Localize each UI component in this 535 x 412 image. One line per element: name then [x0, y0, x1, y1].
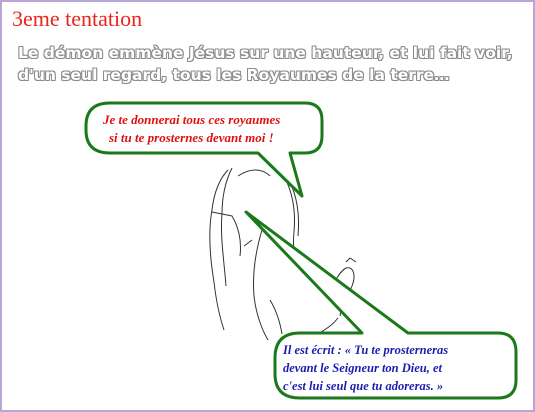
figure-sketch	[209, 167, 357, 341]
jesus-speech-line: Il est écrit : « Tu te prosterneras	[283, 343, 449, 357]
devil-speech-text: Je te donnerai tous ces royaumes si tu t…	[103, 111, 280, 147]
jesus-speech-text: Il est écrit : « Tu te prosterneras deva…	[283, 341, 448, 395]
jesus-speech-line: c'est lui seul que tu adoreras. »	[283, 379, 444, 393]
devil-speech-line: si tu te prosternes devant moi !	[109, 130, 274, 145]
illustration-sketch	[84, 101, 518, 400]
devil-speech-line: Je te donnerai tous ces royaumes	[103, 112, 281, 127]
jesus-speech-line: devant le Seigneur ton Dieu, et	[283, 361, 443, 375]
